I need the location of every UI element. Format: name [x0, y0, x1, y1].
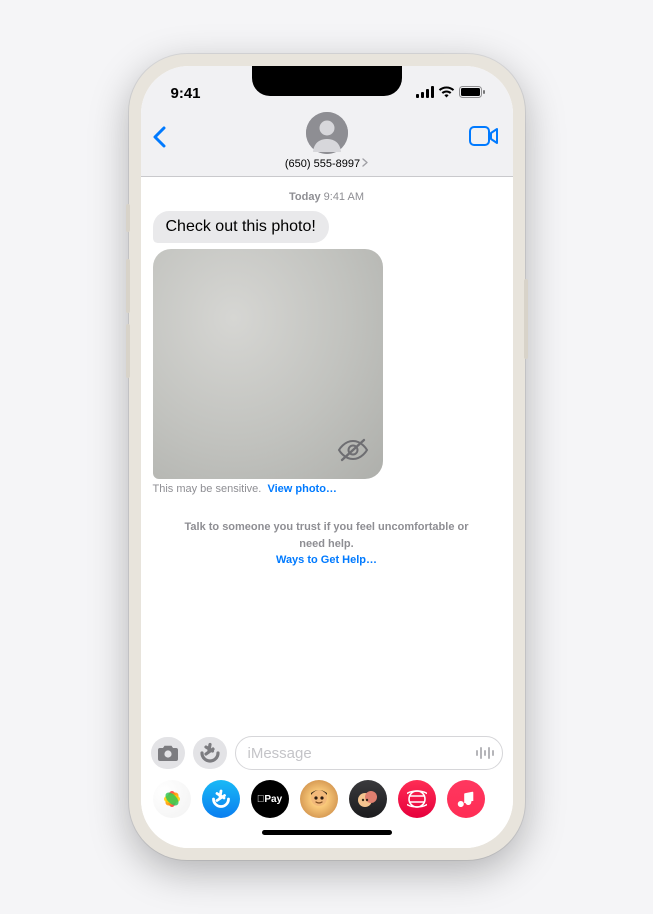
power-button: [524, 279, 528, 359]
notch: [252, 66, 402, 96]
conversation-body[interactable]: Today 9:41 AM Check out this photo! This…: [141, 177, 513, 730]
compose-bar: iMessage: [141, 730, 513, 774]
app-memoji[interactable]: [300, 780, 338, 818]
eye-slash-icon: [337, 438, 369, 467]
camera-button[interactable]: [151, 737, 185, 769]
view-photo-link[interactable]: View photo…: [267, 483, 336, 495]
status-indicators: [416, 85, 485, 102]
sensitive-content-notice: This may be sensitive. View photo…: [153, 483, 501, 495]
safety-help-text: Talk to someone you trust if you feel un…: [185, 521, 469, 550]
sensitive-label: This may be sensitive.: [153, 483, 262, 495]
volume-up-button: [126, 259, 130, 313]
app-hashtag-images[interactable]: [398, 780, 436, 818]
app-photos[interactable]: [153, 780, 191, 818]
status-time: 9:41: [171, 85, 201, 102]
conversation-header: (650) 555-8997: [141, 110, 513, 177]
incoming-message-row: Check out this photo!: [153, 211, 501, 249]
imessage-app-strip[interactable]: Pay: [141, 774, 513, 822]
app-stickers[interactable]: [349, 780, 387, 818]
message-bubble-image-sensitive[interactable]: [153, 249, 383, 479]
message-input[interactable]: iMessage: [235, 736, 503, 770]
ways-to-get-help-link[interactable]: Ways to Get Help…: [183, 552, 471, 569]
app-drawer-button[interactable]: [193, 737, 227, 769]
app-appstore[interactable]: [202, 780, 240, 818]
app-apple-pay[interactable]: Pay: [251, 780, 289, 818]
timestamp: Today 9:41 AM: [153, 191, 501, 203]
apple-pay-label: Pay: [257, 794, 282, 805]
battery-icon: [459, 85, 485, 102]
screen: 9:41 (650) 555-8997: [141, 66, 513, 848]
wifi-icon: [438, 85, 455, 102]
dictation-button[interactable]: [470, 739, 498, 767]
contact-name-label: (650) 555-8997: [285, 158, 360, 170]
message-bubble-text[interactable]: Check out this photo!: [153, 211, 329, 243]
home-indicator[interactable]: [141, 822, 513, 848]
timestamp-time: 9:41 AM: [324, 191, 364, 203]
contact-avatar[interactable]: [306, 112, 348, 154]
back-button[interactable]: [151, 126, 167, 153]
cellular-icon: [416, 85, 434, 102]
chevron-right-icon: [362, 158, 368, 170]
safety-help-block: Talk to someone you trust if you feel un…: [153, 519, 501, 569]
iphone-device-frame: 9:41 (650) 555-8997: [129, 54, 525, 860]
app-music[interactable]: [447, 780, 485, 818]
facetime-button[interactable]: [469, 126, 499, 151]
timestamp-day: Today: [289, 191, 321, 203]
home-indicator-bar: [262, 830, 392, 835]
mute-switch: [126, 204, 130, 232]
contact-name-row[interactable]: (650) 555-8997: [285, 158, 368, 170]
message-input-placeholder: iMessage: [248, 745, 470, 762]
volume-down-button: [126, 324, 130, 378]
